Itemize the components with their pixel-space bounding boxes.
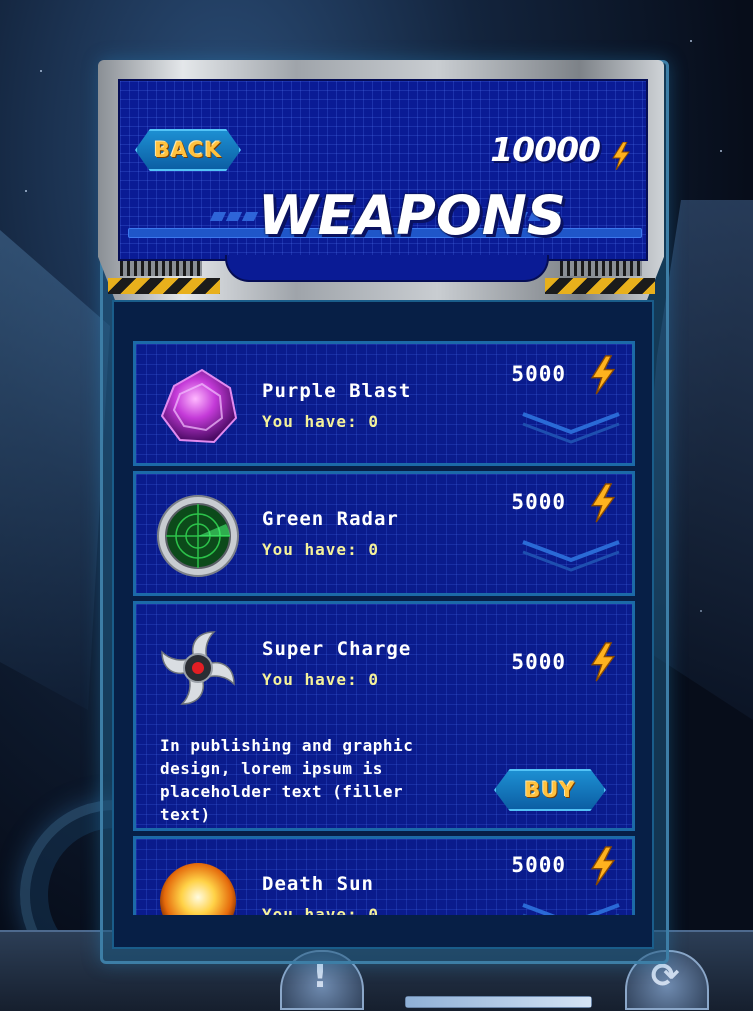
- header-notch: [225, 255, 549, 282]
- weapon-owned-label: You have:: [262, 412, 358, 431]
- sun-icon: [160, 863, 236, 915]
- weapon-owned-count: 0: [368, 412, 379, 431]
- radar-icon: [157, 495, 239, 577]
- hazard-stripe-right: [545, 278, 655, 294]
- lightning-icon: [590, 483, 616, 523]
- lightning-icon: [612, 142, 630, 170]
- console-health-bar: [405, 996, 592, 1008]
- weapon-price: 5000: [511, 490, 566, 514]
- lightning-icon: [590, 846, 616, 886]
- weapon-owned: You have: 0: [262, 540, 379, 559]
- weapon-list[interactable]: Purple Blast You have: 0 5000 Green Rada…: [133, 341, 635, 915]
- weapon-owned: You have: 0: [262, 905, 379, 915]
- expand-chevron-icon[interactable]: [521, 901, 621, 915]
- shuriken-icon: [161, 631, 235, 705]
- weapon-owned: You have: 0: [262, 670, 379, 689]
- weapon-owned: You have: 0: [262, 412, 379, 431]
- hazard-stripe-left: [108, 278, 220, 294]
- lightning-icon: [590, 642, 616, 682]
- weapon-owned-count: 0: [368, 905, 379, 915]
- weapon-owned-label: You have:: [262, 540, 358, 559]
- coin-balance: 10000: [490, 130, 601, 169]
- background-star: [690, 40, 692, 42]
- weapon-price: 5000: [511, 650, 566, 674]
- weapon-name: Death Sun: [262, 873, 374, 895]
- weapon-name: Green Radar: [262, 508, 399, 530]
- weapon-card-purple-blast[interactable]: Purple Blast You have: 0 5000: [133, 341, 635, 466]
- background-star: [25, 190, 27, 192]
- buy-button-label: BUY: [524, 778, 576, 802]
- weapon-card-super-charge[interactable]: Super Charge You have: 0 5000 In publish…: [133, 601, 635, 831]
- weapon-owned-label: You have:: [262, 670, 358, 689]
- weapon-price: 5000: [511, 362, 566, 386]
- background-star: [720, 150, 722, 152]
- weapon-card-green-radar[interactable]: Green Radar You have: 0 5000: [133, 471, 635, 596]
- weapon-card-death-sun[interactable]: Death Sun You have: 0 5000: [133, 836, 635, 915]
- back-button[interactable]: BACK: [135, 129, 241, 171]
- weapon-name: Super Charge: [262, 638, 412, 660]
- purple-gem-icon: [160, 368, 238, 444]
- back-button-label: BACK: [154, 138, 222, 162]
- weapon-owned-count: 0: [368, 540, 379, 559]
- background-star: [40, 70, 42, 72]
- lightning-icon: [590, 355, 616, 395]
- weapon-description: In publishing and graphic design, lorem …: [160, 736, 414, 824]
- background-spaceship-left: [0, 230, 110, 710]
- weapon-price: 5000: [511, 853, 566, 877]
- page-title: WEAPONS: [258, 184, 566, 247]
- buy-button[interactable]: BUY: [494, 769, 606, 811]
- expand-chevron-icon[interactable]: [521, 410, 621, 444]
- weapon-owned-label: You have:: [262, 905, 358, 915]
- expand-chevron-icon[interactable]: [521, 538, 621, 572]
- weapon-owned-count: 0: [368, 670, 379, 689]
- weapon-name: Purple Blast: [262, 380, 412, 402]
